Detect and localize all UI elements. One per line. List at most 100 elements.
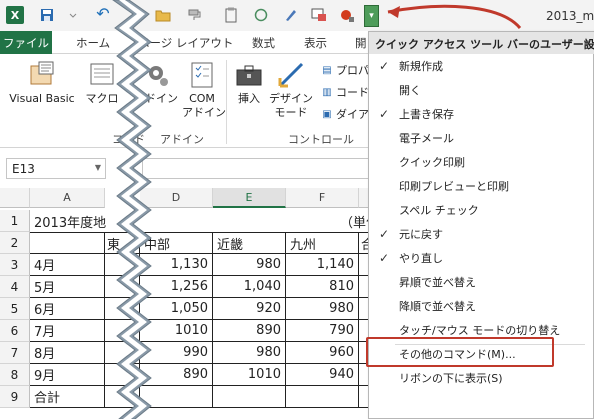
record-icon[interactable]: [338, 6, 356, 24]
screenshot-icon[interactable]: [310, 6, 328, 24]
table-cell[interactable]: 8月: [30, 342, 105, 364]
column-header-f[interactable]: F: [286, 188, 359, 208]
tab-formulas[interactable]: 数式: [252, 35, 275, 51]
group-divider: [226, 60, 227, 144]
name-box-dropdown-icon[interactable]: ▼: [95, 163, 101, 172]
menu-item-label: スペル チェック: [399, 204, 479, 217]
menu-item-label: 昇順で並べ替え: [399, 276, 476, 289]
tab-developer[interactable]: 開: [355, 35, 367, 51]
menu-item-undo[interactable]: ✓ 元に戻す: [369, 222, 594, 246]
checkmark-icon: ✓: [379, 227, 390, 241]
menu-item-redo[interactable]: ✓ やり直し: [369, 246, 594, 270]
clipboard-icon[interactable]: [222, 6, 240, 24]
menu-item-label: 印刷プレビューと印刷: [399, 180, 509, 193]
menu-item-label: 電子メール: [399, 132, 454, 145]
name-box[interactable]: E13 ▼: [6, 158, 106, 179]
com-addin-button[interactable]: COM アドイン: [182, 60, 226, 120]
visual-basic-button[interactable]: Visual Basic: [4, 60, 80, 106]
save-icon[interactable]: [38, 6, 56, 24]
tab-file[interactable]: ファイル: [0, 31, 52, 54]
menu-item-email[interactable]: 電子メール: [369, 126, 594, 150]
design-mode-button[interactable]: デザイン モード: [268, 60, 314, 120]
menu-item-save[interactable]: ✓ 上書き保存: [369, 102, 594, 126]
insert-label: 挿入: [238, 92, 260, 105]
table-cell[interactable]: [213, 386, 286, 408]
header-cell[interactable]: 九州: [286, 232, 359, 254]
menu-item-label: 新規作成: [399, 60, 443, 73]
header-cell[interactable]: [30, 232, 105, 254]
row-header[interactable]: 4: [0, 276, 30, 298]
tab-view[interactable]: 表示: [304, 35, 327, 51]
insert-control-button[interactable]: 挿入: [232, 60, 266, 106]
checkmark-icon: ✓: [379, 107, 390, 121]
table-cell[interactable]: 9月: [30, 364, 105, 386]
menu-item-sort-descending[interactable]: 降順で並べ替え: [369, 294, 594, 318]
column-header-a[interactable]: A: [30, 188, 105, 208]
visual-basic-label: Visual Basic: [9, 92, 75, 105]
menu-item-new[interactable]: ✓ 新規作成: [369, 54, 594, 78]
table-cell[interactable]: 4月: [30, 254, 105, 276]
table-cell[interactable]: 890: [213, 320, 286, 342]
design-mode-label-2: モード: [274, 106, 308, 119]
table-cell[interactable]: 960: [286, 342, 359, 364]
circle-icon[interactable]: [252, 6, 270, 24]
menu-item-label: リボンの下に表示(S): [399, 372, 503, 385]
header-cell[interactable]: 近畿: [213, 232, 286, 254]
customize-qat-dropdown-button[interactable]: ▾: [364, 5, 379, 27]
com-addin-label-2: アドイン: [182, 106, 226, 119]
row-header[interactable]: 3: [0, 254, 30, 276]
menu-item-label: 開く: [399, 84, 421, 97]
format-painter-icon[interactable]: [186, 6, 204, 24]
table-cell[interactable]: 6月: [30, 298, 105, 320]
table-cell[interactable]: 920: [213, 298, 286, 320]
table-cell[interactable]: 合計: [30, 386, 105, 408]
run-dialog-icon: ▣: [322, 108, 332, 120]
com-addin-label-1: COM: [189, 92, 215, 105]
pen-icon[interactable]: [282, 6, 300, 24]
checkmark-icon: ✓: [379, 59, 390, 73]
quick-access-toolbar: X ↶ ▾ 2013_mac: [0, 0, 594, 31]
table-cell[interactable]: 5月: [30, 276, 105, 298]
name-box-value: E13: [12, 162, 35, 176]
menu-item-sort-ascending[interactable]: 昇順で並べ替え: [369, 270, 594, 294]
design-mode-label-1: デザイン: [269, 92, 313, 105]
table-cell[interactable]: 1010: [213, 364, 286, 386]
window-title: 2013_mac: [546, 9, 594, 23]
table-cell[interactable]: [286, 386, 359, 408]
visual-basic-icon: [26, 60, 58, 90]
table-cell[interactable]: 1,140: [286, 254, 359, 276]
table-cell[interactable]: 980: [213, 254, 286, 276]
row-header[interactable]: 2: [0, 232, 30, 254]
row-header[interactable]: 8: [0, 364, 30, 386]
table-cell[interactable]: 7月: [30, 320, 105, 342]
table-cell[interactable]: 980: [286, 298, 359, 320]
row-header[interactable]: 5: [0, 298, 30, 320]
row-header[interactable]: 7: [0, 342, 30, 364]
select-all-corner[interactable]: [0, 188, 30, 208]
unit-cell[interactable]: （単位: [286, 210, 379, 232]
view-code-icon: ▥: [322, 86, 332, 98]
table-cell[interactable]: 980: [213, 342, 286, 364]
table-cell[interactable]: 810: [286, 276, 359, 298]
menu-item-print-preview[interactable]: 印刷プレビューと印刷: [369, 174, 594, 198]
menu-item-spell-check[interactable]: スペル チェック: [369, 198, 594, 222]
formula-input[interactable]: [142, 158, 372, 179]
excel-icon: X: [6, 6, 24, 24]
row-header[interactable]: 1: [0, 210, 30, 232]
menu-item-label: クイック印刷: [399, 156, 465, 169]
column-header-e[interactable]: E: [213, 188, 286, 208]
group-label-addin: アドイン: [160, 133, 204, 146]
com-addin-icon: [186, 60, 218, 90]
menu-item-label: 元に戻す: [399, 228, 443, 241]
table-cell[interactable]: 1,040: [213, 276, 286, 298]
row-header[interactable]: 6: [0, 320, 30, 342]
table-cell[interactable]: 940: [286, 364, 359, 386]
properties-icon: ▤: [322, 64, 332, 76]
menu-item-quick-print[interactable]: クイック印刷: [369, 150, 594, 174]
menu-item-show-below-ribbon[interactable]: リボンの下に表示(S): [369, 366, 594, 390]
open-folder-icon[interactable]: [154, 6, 172, 24]
row-header[interactable]: 9: [0, 386, 30, 408]
checkmark-icon: ✓: [379, 251, 390, 265]
table-cell[interactable]: 790: [286, 320, 359, 342]
menu-item-open[interactable]: 開く: [369, 78, 594, 102]
